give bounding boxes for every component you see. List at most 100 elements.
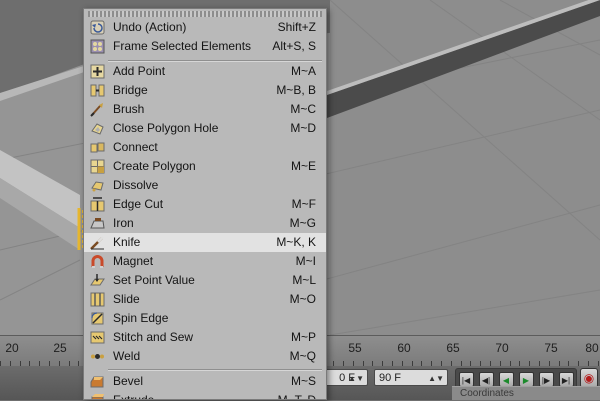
menu-item-label: Extrude: [113, 393, 155, 400]
menu-item-frame-selected-elements[interactable]: Frame Selected Elements Alt+S, S: [84, 37, 326, 56]
frame-selected-icon: [90, 39, 105, 54]
menu-item-label: Add Point: [113, 64, 166, 78]
brush-icon: [90, 103, 103, 117]
menu-item-label: Weld: [113, 349, 141, 363]
step-forward-icon[interactable]: |▶: [538, 371, 554, 387]
menu-item-label: Slide: [113, 292, 140, 306]
menu-item-stitch-and-sew[interactable]: Stitch and Sew M~P: [84, 328, 326, 347]
slide-icon: [90, 292, 105, 307]
ruler-label: 20: [5, 341, 19, 355]
context-menu: Undo (Action) Shift+Z Frame Selected Ele…: [83, 8, 327, 400]
ruler-label: 75: [544, 341, 558, 355]
menu-item-label: Knife: [113, 235, 141, 249]
menu-item-shortcut: M~T, D: [277, 393, 316, 400]
ruler-label: 60: [397, 341, 411, 355]
spin-edge-icon: [91, 312, 104, 325]
menu-item-iron[interactable]: Iron M~G: [84, 214, 326, 233]
menu-item-knife[interactable]: Knife M~K, K: [84, 233, 326, 252]
menu-item-shortcut: M~P: [290, 330, 316, 344]
ruler-label: 55: [348, 341, 362, 355]
menu-item-label: Iron: [113, 216, 134, 230]
connect-icon: [90, 142, 105, 153]
dissolve-icon: [91, 181, 104, 192]
ruler-label: 80: [585, 341, 599, 355]
menu-item-label: Frame Selected Elements: [113, 39, 252, 53]
menu-item-label: Bevel: [113, 374, 144, 388]
menu-item-create-polygon[interactable]: Create Polygon M~E: [84, 157, 326, 176]
end-frame-value: 90 F: [379, 372, 402, 384]
menu-item-bridge[interactable]: Bridge M~B, B: [84, 81, 326, 100]
ruler-label: 70: [495, 341, 509, 355]
go-to-end-icon[interactable]: ▶|: [558, 371, 574, 387]
menu-item-shortcut: M~B, B: [276, 83, 316, 97]
menu-item-shortcut: M~K, K: [276, 235, 316, 249]
close-polygon-hole-icon: [91, 123, 104, 135]
menu-item-shortcut: M~I: [295, 254, 316, 268]
menu-item-shortcut: M~E: [290, 159, 316, 173]
menu-item-shortcut: M~A: [290, 64, 316, 78]
step-back-icon[interactable]: ◀|: [478, 371, 494, 387]
undo-icon: [90, 20, 105, 35]
menu-item-shortcut: Alt+S, S: [272, 39, 316, 53]
menu-item-label: Connect: [113, 140, 158, 154]
ruler-label: 65: [446, 341, 460, 355]
bevel-icon: [90, 376, 104, 388]
bridge-icon: [90, 84, 105, 97]
menu-item-weld[interactable]: Weld M~Q: [84, 347, 326, 366]
coordinates-tab[interactable]: Coordinates: [452, 386, 600, 400]
menu-item-close-polygon-hole[interactable]: Close Polygon Hole M~D: [84, 119, 326, 138]
menu-item-label: Set Point Value: [113, 273, 195, 287]
set-point-value-icon: [90, 274, 105, 286]
menu-item-shortcut: M~G: [289, 216, 316, 230]
go-to-start-icon[interactable]: |◀: [458, 371, 474, 387]
menu-item-brush[interactable]: Brush M~C: [84, 100, 326, 119]
spinner-icon[interactable]: ▲▼: [428, 370, 444, 387]
menu-item-label: Bridge: [113, 83, 148, 97]
magnet-icon: [91, 255, 104, 268]
ruler-label: 25: [53, 341, 67, 355]
menu-item-extrude[interactable]: Extrude M~T, D: [84, 391, 326, 400]
menu-item-label: Undo (Action): [113, 20, 187, 34]
menu-item-label: Dissolve: [113, 178, 159, 192]
menu-item-label: Stitch and Sew: [113, 330, 194, 344]
menu-tear-off-grip[interactable]: [88, 11, 322, 17]
create-polygon-icon: [90, 159, 105, 174]
menu-item-label: Brush: [113, 102, 145, 116]
menu-item-shortcut: M~S: [290, 374, 316, 388]
menu-item-label: Create Polygon: [113, 159, 196, 173]
record-icon[interactable]: ◉: [580, 368, 598, 388]
menu-item-magnet[interactable]: Magnet M~I: [84, 252, 326, 271]
play-backward-icon[interactable]: ◀: [498, 371, 514, 387]
menu-item-dissolve[interactable]: Dissolve: [84, 176, 326, 195]
menu-item-shortcut: M~Q: [289, 349, 316, 363]
menu-separator: [108, 369, 322, 371]
menu-item-label: Magnet: [113, 254, 154, 268]
menu-item-label: Spin Edge: [113, 311, 169, 325]
spinner-icon[interactable]: ▲▼: [348, 370, 364, 387]
menu-item-set-point-value[interactable]: Set Point Value M~L: [84, 271, 326, 290]
extrude-icon: [91, 394, 104, 399]
menu-item-shortcut: M~D: [290, 121, 316, 135]
menu-item-shortcut: M~O: [289, 292, 316, 306]
menu-item-shortcut: M~L: [292, 273, 316, 287]
menu-item-shortcut: M~C: [290, 102, 316, 116]
stitch-and-sew-icon: [90, 331, 105, 344]
menu-item-add-point[interactable]: Add Point M~A: [84, 62, 326, 81]
menu-item-shortcut: M~F: [291, 197, 316, 211]
weld-icon: [91, 354, 104, 359]
play-forward-icon[interactable]: ▶: [518, 371, 534, 387]
knife-icon: [90, 236, 104, 250]
menu-item-edge-cut[interactable]: Edge Cut M~F: [84, 195, 326, 214]
start-frame-field[interactable]: 0 F ▲▼: [320, 369, 368, 386]
menu-item-slide[interactable]: Slide M~O: [84, 290, 326, 309]
menu-item-undo[interactable]: Undo (Action) Shift+Z: [84, 18, 326, 37]
end-frame-field[interactable]: 90 F ▲▼: [374, 369, 448, 386]
menu-item-connect[interactable]: Connect: [84, 138, 326, 157]
menu-item-label: Close Polygon Hole: [113, 121, 219, 135]
menu-item-bevel[interactable]: Bevel M~S: [84, 372, 326, 391]
menu-item-shortcut: Shift+Z: [277, 20, 316, 34]
edge-cut-icon: [90, 197, 105, 212]
menu-item-spin-edge[interactable]: Spin Edge: [84, 309, 326, 328]
iron-icon: [90, 218, 105, 229]
menu-item-label: Edge Cut: [113, 197, 164, 211]
